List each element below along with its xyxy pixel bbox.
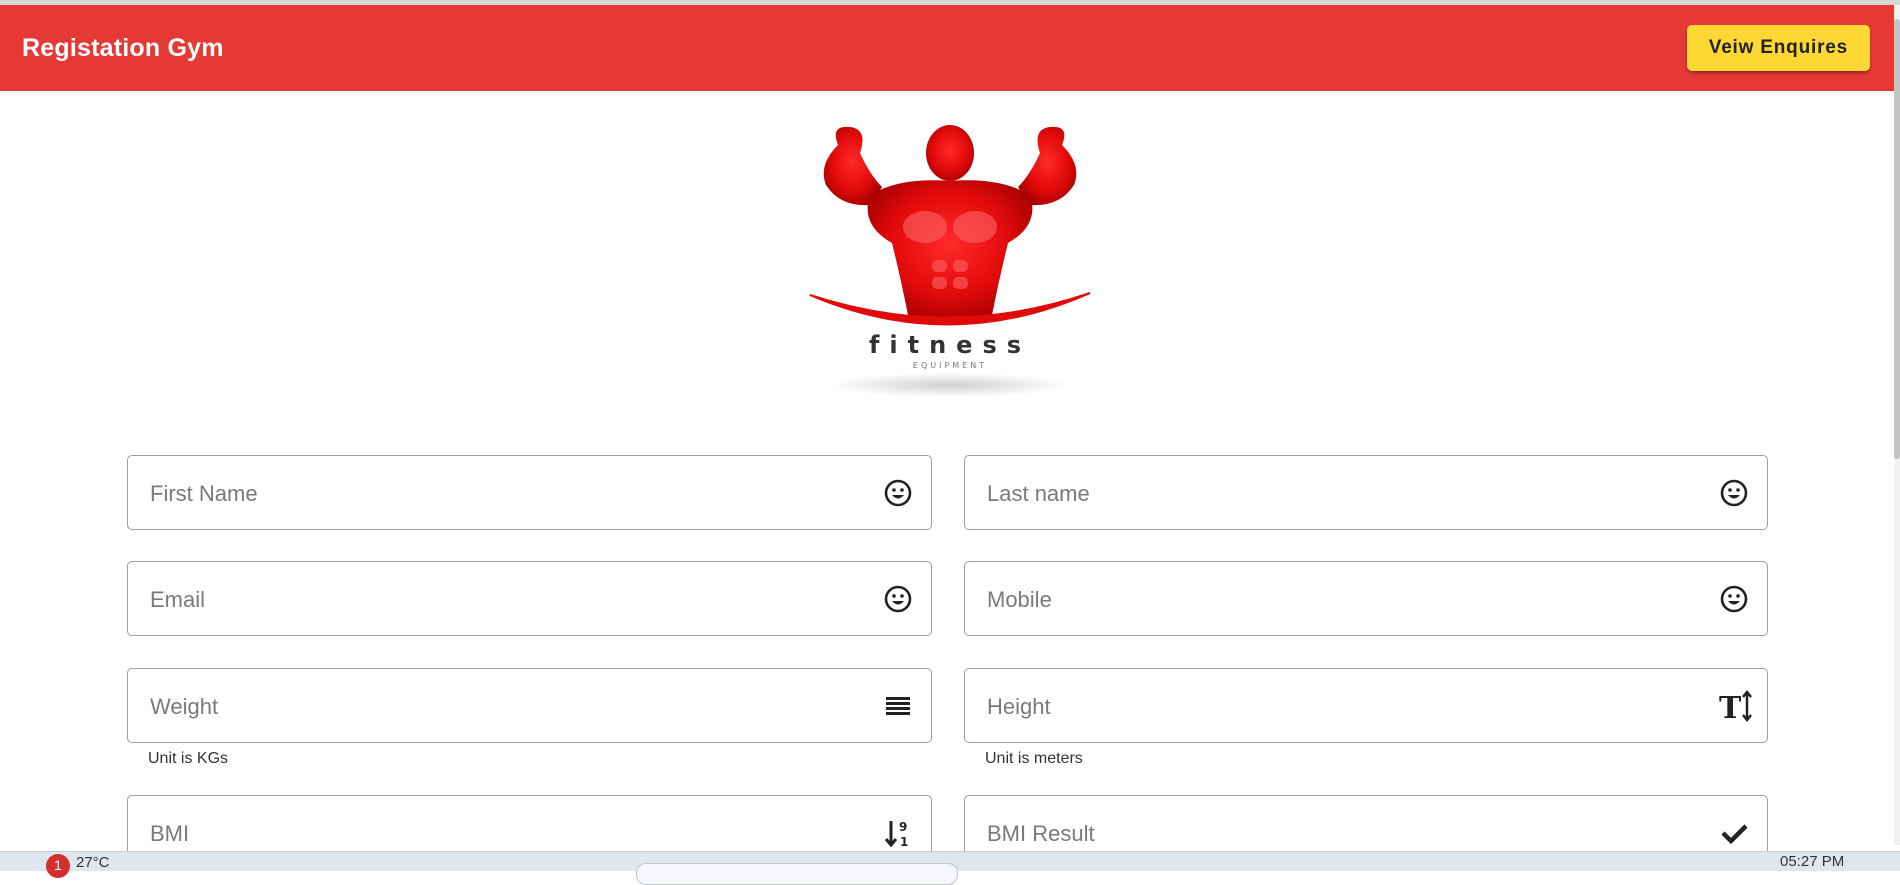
smiley-icon	[884, 585, 912, 612]
app-title: Registation Gym	[22, 33, 224, 62]
logo-subtext: EQUIPMENT	[913, 361, 987, 370]
page-scrollbar[interactable]	[1894, 5, 1900, 845]
taskbar-search[interactable]	[636, 863, 958, 885]
logo-text: fitness	[869, 331, 1031, 359]
weight-field[interactable]	[127, 668, 932, 744]
svg-text:1: 1	[900, 835, 908, 848]
os-taskbar: 1 27°C 05:27 PM	[0, 851, 1900, 885]
check-icon	[1721, 823, 1748, 844]
weather-temp[interactable]: 27°C	[76, 854, 110, 871]
weight-hint: Unit is KGs	[148, 750, 229, 767]
taskbar-clock[interactable]: 05:27 PM	[1780, 853, 1844, 870]
text-height-icon: T	[1719, 689, 1752, 724]
email-field[interactable]	[127, 561, 932, 637]
view-enquiries-button[interactable]: Veiw Enquires	[1686, 25, 1870, 71]
height-field[interactable]: T	[964, 668, 1768, 744]
mobile-field[interactable]	[964, 561, 1768, 637]
height-input[interactable]	[985, 669, 1631, 744]
mobile-input[interactable]	[985, 562, 1631, 637]
weight-input[interactable]	[148, 669, 795, 744]
svg-text:9: 9	[899, 820, 907, 834]
smiley-icon	[884, 479, 912, 506]
smiley-icon	[1720, 479, 1748, 506]
sort-numeric-icon: 9 1	[884, 820, 908, 848]
app-toolbar: Registation Gym Veiw Enquires	[0, 5, 1894, 91]
scrollbar-thumb[interactable]	[1894, 19, 1900, 459]
first-name-input[interactable]	[148, 456, 795, 531]
list-icon	[886, 696, 910, 715]
last-name-field[interactable]	[964, 455, 1768, 531]
svg-text:T: T	[1719, 691, 1742, 724]
email-input[interactable]	[148, 562, 795, 637]
smiley-icon	[1720, 585, 1748, 612]
first-name-field[interactable]	[127, 455, 932, 531]
weather-badge[interactable]: 1	[46, 854, 70, 878]
last-name-input[interactable]	[985, 456, 1631, 531]
fitness-logo: fitness EQUIPMENT	[809, 125, 1091, 397]
height-hint: Unit is meters	[985, 750, 1083, 767]
